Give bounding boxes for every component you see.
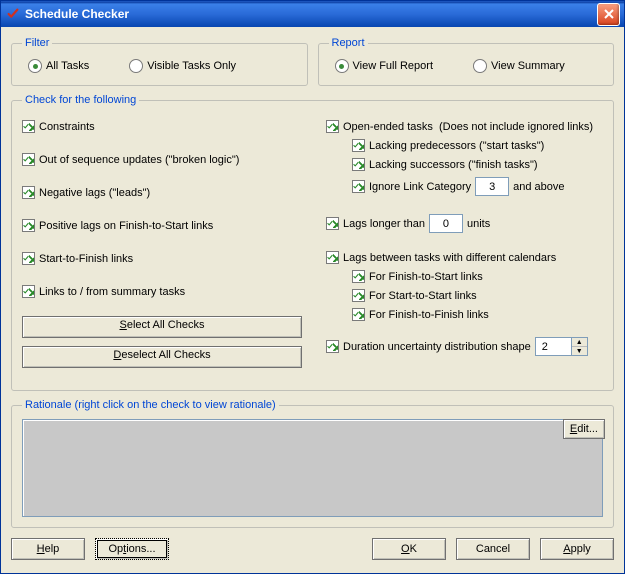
select-all-button[interactable]: Select All Checks — [22, 316, 302, 338]
filter-group: Filter All Tasks Visible Tasks Only — [11, 37, 308, 86]
ignore-cat-pre: Ignore Link Category — [369, 181, 471, 193]
checkbox-icon — [352, 270, 365, 283]
rationale-group: Rationale (right click on the check to v… — [11, 399, 614, 528]
filter-visible-label: Visible Tasks Only — [147, 60, 236, 72]
ok-button[interactable]: OK — [372, 538, 446, 560]
check-open-ended[interactable]: Open-ended tasks (Does not include ignor… — [326, 120, 603, 133]
spin-down-icon[interactable]: ▼ — [572, 347, 587, 355]
lagslonger-pre: Lags longer than — [343, 218, 425, 230]
rationale-legend: Rationale (right click on the check to v… — [22, 399, 279, 411]
check-ignore-category[interactable]: Ignore Link Category and above — [352, 177, 603, 196]
report-group: Report View Full Report View Summary — [318, 37, 615, 86]
window-title: Schedule Checker — [25, 7, 597, 21]
checks-left-column: Constraints Out of sequence updates ("br… — [22, 114, 302, 376]
check-duration-shape[interactable]: Duration uncertainty distribution shape … — [326, 337, 603, 356]
filter-all-radio[interactable]: All Tasks — [28, 59, 89, 73]
check-lackpred-label: Lacking predecessors ("start tasks") — [369, 140, 544, 152]
lagslonger-post: units — [467, 218, 490, 230]
for-ff-label: For Finish-to-Finish links — [369, 309, 489, 321]
check-positive-lags[interactable]: Positive lags on Finish-to-Start links — [22, 219, 302, 232]
button-bar: Help Options... OK Cancel Apply — [11, 528, 614, 560]
help-button[interactable]: Help — [11, 538, 85, 560]
deselect-all-button[interactable]: Deselect All Checks — [22, 346, 302, 368]
check-start-to-finish[interactable]: Start-to-Finish links — [22, 252, 302, 265]
duration-shape-input[interactable] — [535, 337, 571, 356]
checkbox-icon — [22, 186, 35, 199]
radio-icon — [335, 59, 349, 73]
for-ss-label: For Start-to-Start links — [369, 290, 477, 302]
check-for-ss[interactable]: For Start-to-Start links — [352, 289, 603, 302]
check-constraints[interactable]: Constraints — [22, 120, 302, 133]
filter-visible-radio[interactable]: Visible Tasks Only — [129, 59, 236, 73]
check-neglags-label: Negative lags ("leads") — [39, 187, 150, 199]
check-links-summary[interactable]: Links to / from summary tasks — [22, 285, 302, 298]
check-for-ff[interactable]: For Finish-to-Finish links — [352, 308, 603, 321]
check-lagscal-label: Lags between tasks with different calend… — [343, 252, 556, 264]
check-openended-label: Open-ended tasks (Does not include ignor… — [343, 121, 593, 133]
report-summary-radio[interactable]: View Summary — [473, 59, 565, 73]
filter-all-label: All Tasks — [46, 60, 89, 72]
dialog-body: Filter All Tasks Visible Tasks Only Repo… — [1, 27, 624, 573]
check-linkssummary-label: Links to / from summary tasks — [39, 286, 185, 298]
app-icon — [5, 6, 21, 22]
cancel-button[interactable]: Cancel — [456, 538, 530, 560]
check-oos-label: Out of sequence updates ("broken logic") — [39, 154, 239, 166]
close-button[interactable] — [597, 3, 620, 26]
duration-spinner[interactable]: ▲ ▼ — [571, 337, 588, 356]
report-full-label: View Full Report — [353, 60, 434, 72]
checkbox-icon — [352, 180, 365, 193]
check-lacking-successors[interactable]: Lacking successors ("finish tasks") — [352, 158, 603, 171]
for-fs-label: For Finish-to-Start links — [369, 271, 483, 283]
spin-up-icon[interactable]: ▲ — [572, 338, 587, 347]
options-button[interactable]: Options... — [95, 538, 169, 560]
radio-icon — [28, 59, 42, 73]
check-lacksucc-label: Lacking successors ("finish tasks") — [369, 159, 538, 171]
radio-icon — [473, 59, 487, 73]
report-legend: Report — [329, 37, 368, 49]
dialog-window: Schedule Checker Filter All Tasks Visibl… — [0, 0, 625, 574]
checkbox-icon — [22, 153, 35, 166]
check-lacking-predecessors[interactable]: Lacking predecessors ("start tasks") — [352, 139, 603, 152]
check-stf-label: Start-to-Finish links — [39, 253, 133, 265]
check-negative-lags[interactable]: Negative lags ("leads") — [22, 186, 302, 199]
checkbox-icon — [352, 289, 365, 302]
check-for-fs[interactable]: For Finish-to-Start links — [352, 270, 603, 283]
checkbox-icon — [352, 139, 365, 152]
check-lags-calendars[interactable]: Lags between tasks with different calend… — [326, 251, 603, 264]
check-constraints-label: Constraints — [39, 121, 95, 133]
checkbox-icon — [22, 120, 35, 133]
check-poslags-label: Positive lags on Finish-to-Start links — [39, 220, 213, 232]
checkbox-icon — [22, 252, 35, 265]
checkbox-icon — [326, 340, 339, 353]
checks-group: Check for the following Constraints Out … — [11, 94, 614, 391]
ignore-cat-post: and above — [513, 181, 564, 193]
titlebar: Schedule Checker — [1, 1, 624, 27]
check-lags-longer[interactable]: Lags longer than units — [326, 214, 603, 233]
filter-legend: Filter — [22, 37, 52, 49]
checkbox-icon — [326, 120, 339, 133]
lags-longer-input[interactable] — [429, 214, 463, 233]
report-summary-label: View Summary — [491, 60, 565, 72]
checkbox-icon — [326, 217, 339, 230]
checkbox-icon — [352, 158, 365, 171]
duration-pre: Duration uncertainty distribution shape — [343, 341, 531, 353]
check-out-of-sequence[interactable]: Out of sequence updates ("broken logic") — [22, 153, 302, 166]
report-full-radio[interactable]: View Full Report — [335, 59, 434, 73]
apply-button[interactable]: Apply — [540, 538, 614, 560]
ignore-category-input[interactable] — [475, 177, 509, 196]
rationale-textarea[interactable] — [22, 419, 603, 517]
checks-legend: Check for the following — [22, 94, 139, 106]
checkbox-icon — [22, 285, 35, 298]
radio-icon — [129, 59, 143, 73]
checkbox-icon — [352, 308, 365, 321]
edit-rationale-button[interactable]: Edit... — [563, 419, 605, 439]
checkbox-icon — [22, 219, 35, 232]
checks-right-column: Open-ended tasks (Does not include ignor… — [326, 114, 603, 376]
checkbox-icon — [326, 251, 339, 264]
